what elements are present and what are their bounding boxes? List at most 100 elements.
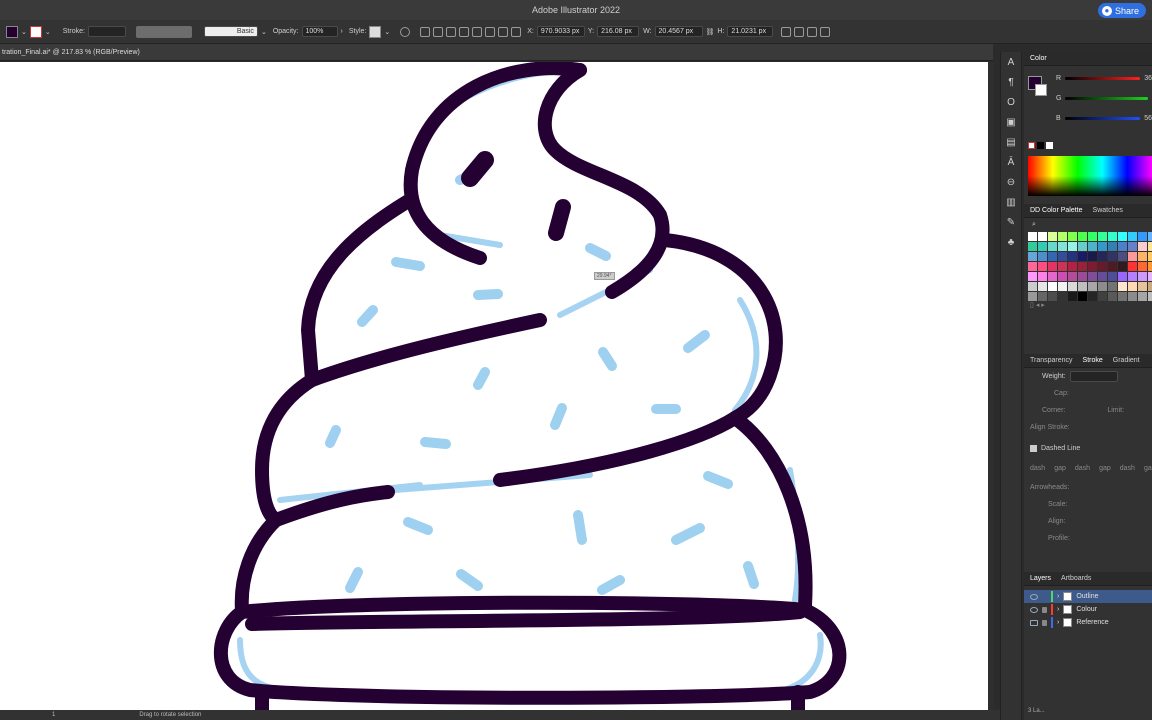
color-swatch[interactable]	[1038, 282, 1047, 291]
color-swatch[interactable]	[1118, 242, 1127, 251]
color-swatch[interactable]	[1068, 282, 1077, 291]
color-swatch[interactable]	[1028, 242, 1037, 251]
h-field[interactable]: 21.0231 px	[727, 26, 774, 37]
color-swatch[interactable]	[1058, 232, 1067, 241]
align-top-icon[interactable]	[472, 26, 483, 37]
color-swatch[interactable]	[1148, 262, 1152, 271]
stroke-none-swatch[interactable]	[29, 25, 42, 38]
align-middle-icon[interactable]	[485, 26, 496, 37]
tab-swatches[interactable]: Swatches	[1093, 207, 1123, 214]
color-swatch[interactable]	[1058, 292, 1067, 301]
color-swatch[interactable]	[1088, 252, 1097, 261]
color-swatch[interactable]	[1068, 232, 1077, 241]
color-swatch[interactable]	[1098, 272, 1107, 281]
r-value[interactable]: 36	[1144, 75, 1152, 82]
color-swatch[interactable]	[1138, 282, 1147, 291]
color-swatch[interactable]	[1148, 232, 1152, 241]
color-swatch[interactable]	[1048, 252, 1057, 261]
layer-row[interactable]: › Outline	[1024, 590, 1152, 603]
brush-definition[interactable]: Basic	[203, 26, 258, 37]
chevron-down-icon[interactable]: ⌄	[21, 28, 27, 36]
color-swatch[interactable]	[1028, 252, 1037, 261]
links-icon[interactable]: ⊖	[1005, 176, 1018, 189]
color-swatch[interactable]	[1118, 292, 1127, 301]
color-swatch[interactable]	[1108, 272, 1117, 281]
color-swatch[interactable]	[1148, 292, 1152, 301]
color-swatch[interactable]	[1078, 262, 1087, 271]
tab-gradient[interactable]: Gradient	[1113, 357, 1140, 364]
chevron-right-icon[interactable]: ›	[1057, 593, 1059, 600]
color-swatch[interactable]	[1098, 262, 1107, 271]
opentype-icon[interactable]: O	[1005, 96, 1018, 109]
color-swatch[interactable]	[1138, 292, 1147, 301]
color-swatch[interactable]	[1058, 282, 1067, 291]
paragraph-icon[interactable]: ¶	[1005, 76, 1018, 89]
y-field[interactable]: 216.08 px	[597, 26, 640, 37]
align-left-icon[interactable]	[433, 26, 444, 37]
link-icon[interactable]: ⛓	[706, 28, 715, 36]
color-swatch[interactable]	[1108, 282, 1117, 291]
color-swatch[interactable]	[1098, 232, 1107, 241]
color-swatch[interactable]	[1118, 272, 1127, 281]
swatch-library-icon[interactable]: ▯	[1030, 302, 1034, 309]
color-swatch[interactable]	[1118, 262, 1127, 271]
color-swatch[interactable]	[1088, 232, 1097, 241]
color-swatch[interactable]	[1138, 242, 1147, 251]
color-swatch[interactable]	[1128, 282, 1137, 291]
color-swatch[interactable]	[1118, 232, 1127, 241]
color-swatch[interactable]	[1078, 252, 1087, 261]
swatch-search[interactable]: ⌕	[1024, 218, 1152, 232]
color-swatch[interactable]	[1058, 242, 1067, 251]
color-swatch[interactable]	[1128, 292, 1137, 301]
color-swatch[interactable]	[1098, 252, 1107, 261]
b-value[interactable]: 56	[1144, 115, 1152, 122]
color-swatch[interactable]	[1038, 252, 1047, 261]
color-swatch[interactable]	[1078, 272, 1087, 281]
ice-cream-illustration[interactable]	[0, 62, 988, 710]
color-spectrum[interactable]	[1028, 156, 1152, 196]
variable-width-profile[interactable]	[135, 25, 192, 38]
visibility-icon[interactable]	[1030, 593, 1038, 600]
color-swatch[interactable]	[1098, 282, 1107, 291]
color-swatch[interactable]	[1128, 252, 1137, 261]
layer-name[interactable]: Reference	[1076, 619, 1108, 626]
opacity-field[interactable]: 100%	[301, 26, 338, 37]
color-swatch[interactable]	[1028, 292, 1037, 301]
quick-actions-icon[interactable]	[807, 26, 818, 37]
x-field[interactable]: 970.9033 px	[536, 26, 585, 37]
document-tab[interactable]: tration_Final.ai* @ 217.83 % (RGB/Previe…	[0, 44, 993, 61]
color-swatch[interactable]	[1148, 252, 1152, 261]
layer-name[interactable]: Colour	[1076, 606, 1097, 613]
color-swatch[interactable]	[1038, 292, 1047, 301]
stroke-weight-field[interactable]	[87, 26, 126, 37]
share-button[interactable]: ● Share	[1097, 3, 1146, 18]
appearance-icon[interactable]: ▥	[1005, 196, 1018, 209]
color-swatch[interactable]	[1078, 242, 1087, 251]
color-swatch[interactable]	[1068, 252, 1077, 261]
white-swatch[interactable]	[1046, 142, 1053, 149]
glyphs-icon[interactable]: Ā	[1005, 156, 1018, 169]
align-right-icon[interactable]	[459, 26, 470, 37]
color-swatch[interactable]	[1058, 272, 1067, 281]
color-swatch[interactable]	[1108, 252, 1117, 261]
color-swatch[interactable]	[1088, 272, 1097, 281]
color-swatch[interactable]	[1048, 262, 1057, 271]
color-swatch[interactable]	[1038, 232, 1047, 241]
color-swatch[interactable]	[1028, 272, 1037, 281]
color-swatch[interactable]	[1028, 262, 1037, 271]
artboard-canvas[interactable]: 29.94°	[0, 62, 988, 710]
color-swatch[interactable]	[1038, 272, 1047, 281]
weight-field[interactable]	[1069, 371, 1118, 382]
color-swatch[interactable]	[1108, 292, 1117, 301]
brushes-icon[interactable]: ✎	[1005, 216, 1018, 229]
chevron-right-icon[interactable]: ▸	[1041, 302, 1045, 309]
color-swatch[interactable]	[1118, 282, 1127, 291]
recolor-icon[interactable]	[400, 26, 411, 37]
black-swatch[interactable]	[1037, 142, 1044, 149]
color-swatch[interactable]	[1038, 242, 1047, 251]
tab-transparency[interactable]: Transparency	[1030, 357, 1073, 364]
color-swatch[interactable]	[1028, 282, 1037, 291]
lock-icon[interactable]	[1042, 619, 1047, 626]
color-swatch[interactable]	[1128, 272, 1137, 281]
color-swatch[interactable]	[1088, 242, 1097, 251]
